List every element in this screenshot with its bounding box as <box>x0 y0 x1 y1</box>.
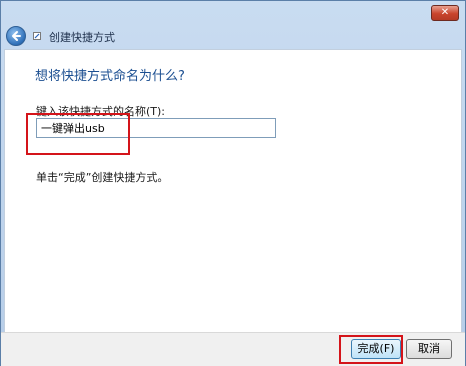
button-bar: 完成(F) 取消 <box>1 332 465 366</box>
finish-hint-text: 单击“完成”创建快捷方式。 <box>36 171 169 184</box>
title-bar: ✕ <box>1 1 465 23</box>
page-heading: 想将快捷方式命名为什么? <box>35 69 185 84</box>
close-button[interactable]: ✕ <box>431 5 459 21</box>
cancel-button[interactable]: 取消 <box>406 339 452 359</box>
wizard-nav-bar: 创建快捷方式 <box>1 23 465 49</box>
wizard-window: ✕ 创建快捷方式 想将快捷方式命名为什么? 键入该快捷方式的名称(T): 单击“… <box>0 0 466 366</box>
close-icon: ✕ <box>440 7 450 18</box>
wizard-content: 想将快捷方式命名为什么? 键入该快捷方式的名称(T): 单击“完成”创建快捷方式… <box>4 49 462 333</box>
shortcut-icon <box>33 32 41 40</box>
back-arrow-icon <box>12 31 21 41</box>
shortcut-name-label: 键入该快捷方式的名称(T): <box>36 105 166 118</box>
wizard-title: 创建快捷方式 <box>49 31 115 44</box>
back-button[interactable] <box>6 26 26 46</box>
finish-button[interactable]: 完成(F) <box>351 339 401 359</box>
shortcut-name-input[interactable] <box>36 118 276 138</box>
